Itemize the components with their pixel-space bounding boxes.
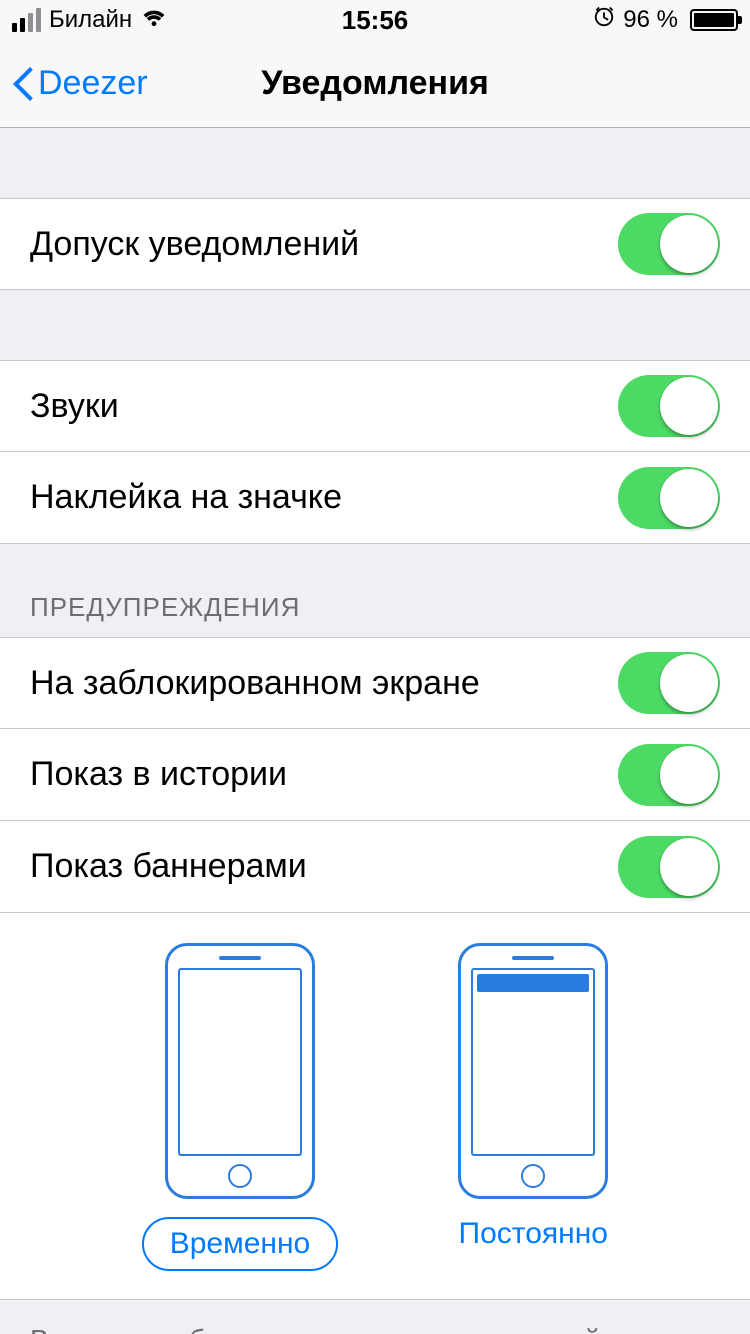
temporary-label: Временно xyxy=(142,1217,339,1271)
phone-persistent-icon xyxy=(458,943,608,1199)
allow-toggle[interactable] xyxy=(618,213,720,275)
alerts-header: ПРЕДУПРЕЖДЕНИЯ xyxy=(0,544,750,637)
badge-toggle[interactable] xyxy=(618,467,720,529)
row-banners[interactable]: Показ баннерами xyxy=(0,821,750,913)
wifi-icon xyxy=(140,6,168,35)
back-button[interactable]: Deezer xyxy=(0,64,148,104)
banner-option-temporary[interactable]: Временно xyxy=(142,943,339,1271)
banner-style-row: Временно Постоянно xyxy=(0,913,750,1300)
banners-toggle[interactable] xyxy=(618,836,720,898)
allow-label: Допуск уведомлений xyxy=(30,225,359,264)
row-badge[interactable]: Наклейка на значке xyxy=(0,452,750,544)
persistent-label: Постоянно xyxy=(459,1217,608,1251)
row-lock-screen[interactable]: На заблокированном экране xyxy=(0,637,750,729)
alarm-icon xyxy=(593,6,615,34)
battery-percentage: 96 % xyxy=(623,6,678,34)
battery-icon xyxy=(690,9,738,31)
banners-label: Показ баннерами xyxy=(30,847,307,886)
lock-toggle[interactable] xyxy=(618,652,720,714)
back-label: Deezer xyxy=(38,64,148,103)
status-left: Билайн xyxy=(12,6,168,35)
page-title: Уведомления xyxy=(261,64,489,103)
history-label: Показ в истории xyxy=(30,755,287,794)
footer-note: Временные баннеры появляются в верхней ч… xyxy=(0,1300,750,1334)
chevron-left-icon xyxy=(12,64,36,104)
lock-label: На заблокированном экране xyxy=(30,664,480,703)
banner-option-persistent[interactable]: Постоянно xyxy=(458,943,608,1271)
history-toggle[interactable] xyxy=(618,744,720,806)
navigation-bar: Deezer Уведомления xyxy=(0,40,750,128)
badge-label: Наклейка на значке xyxy=(30,478,342,517)
sounds-label: Звуки xyxy=(30,387,119,426)
row-history[interactable]: Показ в истории xyxy=(0,729,750,821)
row-allow-notifications[interactable]: Допуск уведомлений xyxy=(0,198,750,290)
row-sounds[interactable]: Звуки xyxy=(0,360,750,452)
status-right: 96 % xyxy=(593,6,738,34)
status-time: 15:56 xyxy=(342,5,409,36)
carrier-label: Билайн xyxy=(49,6,132,34)
signal-icon xyxy=(12,8,41,32)
phone-temporary-icon xyxy=(165,943,315,1199)
status-bar: Билайн 15:56 96 % xyxy=(0,0,750,40)
sounds-toggle[interactable] xyxy=(618,375,720,437)
